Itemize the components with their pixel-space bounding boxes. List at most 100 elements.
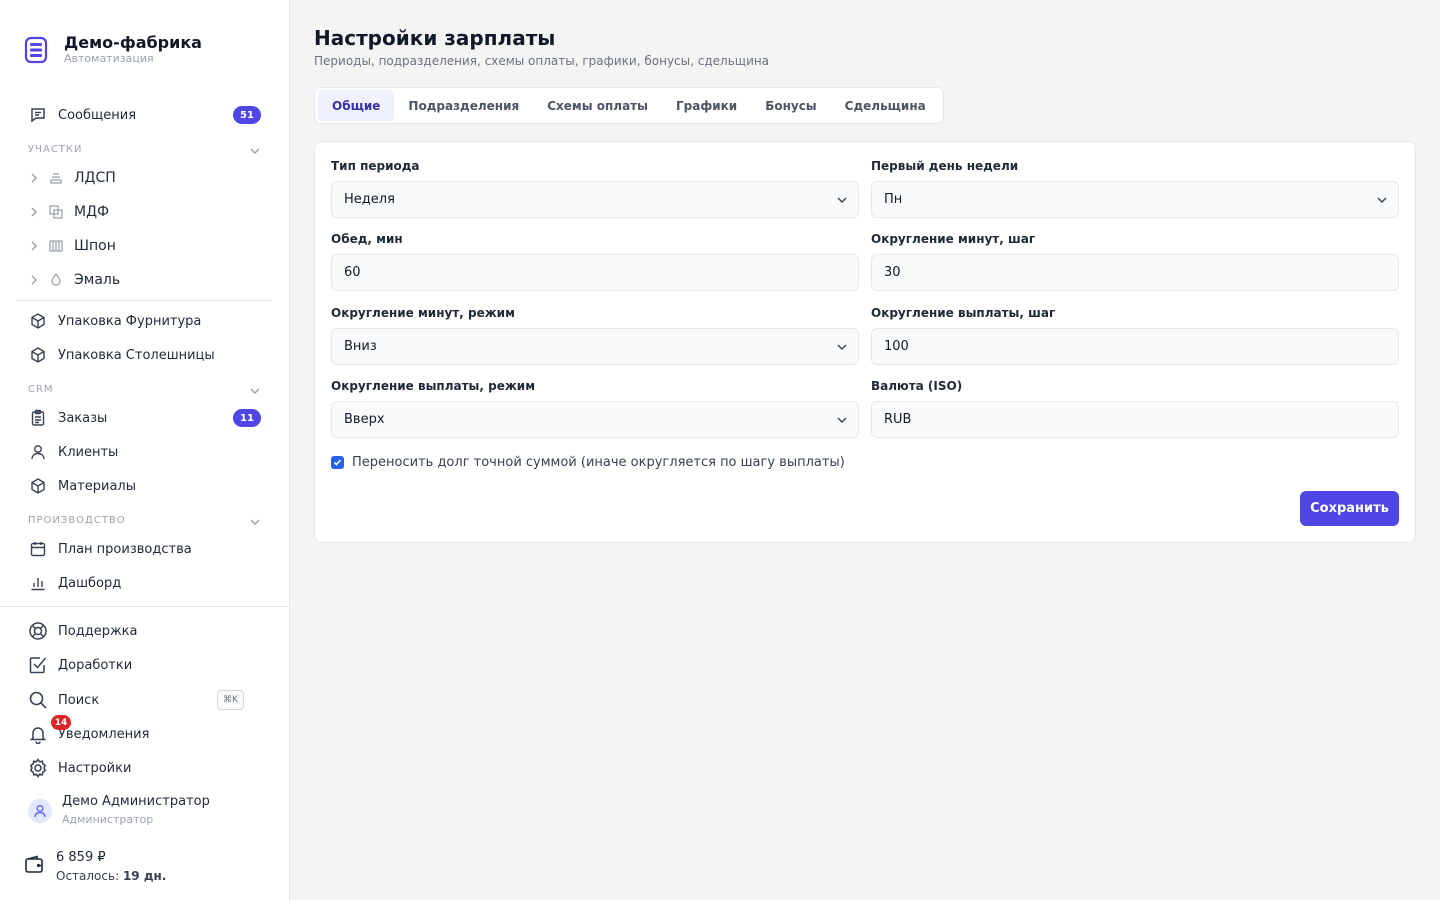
droplet-icon <box>48 272 64 288</box>
sidebar-item-mdf[interactable]: МДФ <box>16 197 272 227</box>
message-icon <box>28 105 48 125</box>
sidebar-item-label: Поддержка <box>58 623 138 639</box>
chevron-right-icon[interactable] <box>28 206 40 218</box>
sidebar-item-orders[interactable]: Заказы 11 <box>16 403 272 433</box>
divider <box>0 606 290 607</box>
orders-count-badge: 11 <box>233 409 261 427</box>
round-minutes-step-input[interactable]: 30 <box>871 254 1399 291</box>
tab-departments[interactable]: Подразделения <box>394 90 533 121</box>
carry-debt-option[interactable]: Переносить долг точной суммой (иначе окр… <box>331 455 845 470</box>
user-profile[interactable]: Демо Администратор Администратор <box>28 793 210 829</box>
avatar <box>28 799 52 823</box>
sidebar-item-label: ЛДСП <box>74 170 116 186</box>
round-minutes-step-label: Округление минут, шаг <box>871 232 1036 246</box>
chevron-down-icon[interactable] <box>248 515 262 529</box>
lunch-input[interactable]: 60 <box>331 254 859 291</box>
sidebar-item-label: Заказы <box>58 410 108 426</box>
box-icon <box>28 311 48 331</box>
currency-input[interactable]: RUB <box>871 401 1399 438</box>
sidebar-item-enamel[interactable]: Эмаль <box>16 265 272 295</box>
columns-icon <box>48 238 64 254</box>
sidebar-item-ldsp[interactable]: ЛДСП <box>16 163 272 193</box>
sidebar-item-label: Клиенты <box>58 444 119 460</box>
balance-widget[interactable]: 6 859 ₽ Осталось: 19 дн. <box>24 849 166 885</box>
chevron-down-icon[interactable] <box>248 384 262 398</box>
chevron-down-icon[interactable] <box>248 144 262 158</box>
sidebar-item-dashboard[interactable]: Дашборд <box>16 568 272 598</box>
lifebuoy-icon <box>28 621 48 641</box>
tab-piecework[interactable]: Сдельщина <box>831 90 940 121</box>
chevron-down-icon <box>837 197 847 203</box>
messages-count-badge: 51 <box>233 106 261 124</box>
sidebar-item-improvements[interactable]: Доработки <box>16 650 272 680</box>
brand[interactable]: Демо-фабрика Автоматизация <box>24 34 202 66</box>
carry-debt-label: Переносить долг точной суммой (иначе окр… <box>352 455 845 470</box>
round-pay-mode-label: Округление выплаты, режим <box>331 379 536 393</box>
brand-title: Демо-фабрика <box>64 33 202 52</box>
sidebar-item-label: Материалы <box>58 478 136 494</box>
divider <box>16 300 272 301</box>
balance-remaining: Осталось: 19 дн. <box>56 867 166 885</box>
sidebar-item-search[interactable]: Поиск ⌘K <box>16 685 272 715</box>
settings-tabs: Общие Подразделения Схемы оплаты Графики… <box>314 87 944 124</box>
sidebar-item-messages[interactable]: Сообщения 51 <box>16 100 272 130</box>
chevron-down-icon <box>837 417 847 423</box>
search-icon <box>28 690 48 710</box>
chevron-right-icon[interactable] <box>28 274 40 286</box>
balance-remaining-prefix: Осталось: <box>56 869 120 883</box>
carry-debt-checkbox[interactable] <box>331 456 344 469</box>
wallet-icon <box>25 855 43 873</box>
tab-general[interactable]: Общие <box>318 90 395 121</box>
sidebar-item-materials[interactable]: Материалы <box>16 471 272 501</box>
chevron-right-icon[interactable] <box>28 240 40 252</box>
sidebar-item-packaging-countertops[interactable]: Упаковка Столешницы <box>16 340 272 370</box>
brand-subtitle: Автоматизация <box>64 52 154 65</box>
period-type-value: Неделя <box>344 192 395 207</box>
sidebar-item-veneer[interactable]: Шпон <box>16 231 272 261</box>
currency-label: Валюта (ISO) <box>871 379 963 393</box>
sidebar-item-packaging-hardware[interactable]: Упаковка Фурнитура <box>16 306 272 336</box>
checkbox-icon <box>28 655 48 675</box>
currency-value: RUB <box>884 412 912 427</box>
squares-icon <box>48 204 64 220</box>
sidebar-item-production-plan[interactable]: План производства <box>16 534 272 564</box>
save-button[interactable]: Сохранить <box>1300 491 1399 526</box>
round-pay-step-input[interactable]: 100 <box>871 328 1399 365</box>
tab-pay-schemes[interactable]: Схемы оплаты <box>533 90 662 121</box>
bar-chart-icon <box>28 573 48 593</box>
page-subtitle: Периоды, подразделения, схемы оплаты, гр… <box>314 54 770 68</box>
sidebar-item-label: Упаковка Фурнитура <box>58 313 202 329</box>
sidebar-item-settings[interactable]: Настройки <box>16 753 272 783</box>
round-minutes-mode-value: Вниз <box>344 339 377 354</box>
round-pay-mode-select[interactable]: Вверх <box>331 401 859 438</box>
user-role: Администратор <box>62 813 154 826</box>
clipboard-icon <box>28 408 48 428</box>
sidebar: Демо-фабрика Автоматизация Сообщения 51 … <box>0 0 290 900</box>
search-shortcut-hint: ⌘K <box>217 690 244 710</box>
section-label-production: ПРОИЗВОДСТВО <box>28 515 126 526</box>
round-minutes-mode-select[interactable]: Вниз <box>331 328 859 365</box>
sidebar-item-label: Настройки <box>58 760 132 776</box>
round-minutes-mode-label: Округление минут, режим <box>331 306 515 320</box>
sidebar-item-support[interactable]: Поддержка <box>16 616 272 646</box>
sidebar-item-clients[interactable]: Клиенты <box>16 437 272 467</box>
sidebar-item-label: План производства <box>58 541 192 557</box>
cube-icon <box>28 476 48 496</box>
settings-form-card: Тип периода Неделя Первый день недели Пн… <box>314 141 1416 543</box>
bell-icon <box>28 724 48 744</box>
section-label-crm: CRM <box>28 384 54 395</box>
sidebar-item-label: Шпон <box>74 238 116 254</box>
chevron-down-icon <box>1377 197 1387 203</box>
sidebar-item-label: Уведомления <box>58 726 150 742</box>
chevron-right-icon[interactable] <box>28 172 40 184</box>
lunch-value: 60 <box>344 265 361 280</box>
sidebar-item-label: Дашборд <box>58 575 122 591</box>
tab-schedules[interactable]: Графики <box>662 90 751 121</box>
section-label-areas: УЧАСТКИ <box>28 144 83 155</box>
period-type-select[interactable]: Неделя <box>331 181 859 218</box>
first-weekday-select[interactable]: Пн <box>871 181 1399 218</box>
tab-bonuses[interactable]: Бонусы <box>751 90 830 121</box>
layers-icon <box>48 170 64 186</box>
first-weekday-label: Первый день недели <box>871 159 1019 173</box>
sidebar-item-notifications[interactable]: 14 Уведомления <box>16 715 272 749</box>
